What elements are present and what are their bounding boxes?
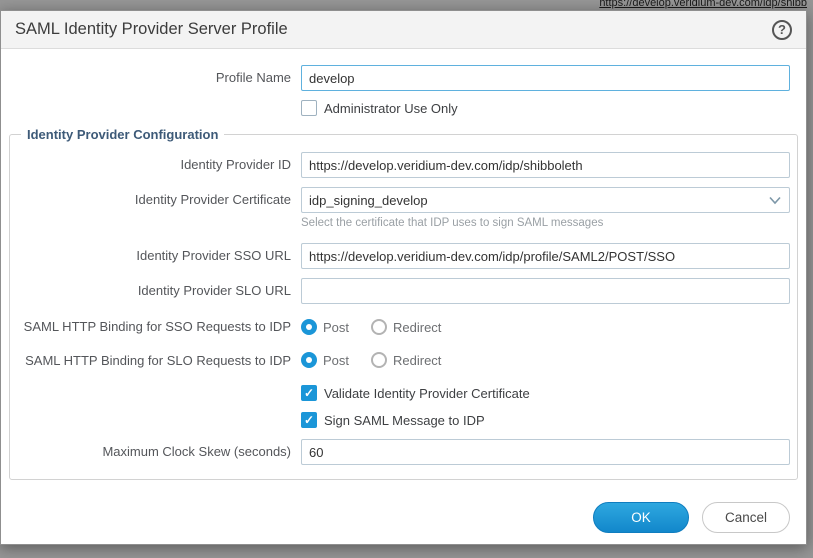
sign-saml-message-checkbox[interactable] [301,412,317,428]
idp-id-label: Identity Provider ID [10,156,301,174]
dialog-body: Profile Name Administrator Use Only Iden… [1,49,806,480]
help-icon[interactable]: ? [772,20,792,40]
profile-name-input[interactable] [301,65,790,91]
sso-url-input[interactable] [301,243,790,269]
slo-binding-row: SAML HTTP Binding for SLO Requests to ID… [10,352,790,370]
sso-binding-redirect-radio[interactable] [371,319,387,335]
clock-skew-input[interactable] [301,439,790,465]
idp-certificate-select[interactable]: idp_signing_develop [301,187,790,213]
sso-binding-label: SAML HTTP Binding for SSO Requests to ID… [10,318,301,336]
idp-certificate-hint: Select the certificate that IDP uses to … [301,217,603,229]
saml-idp-server-profile-dialog: SAML Identity Provider Server Profile ? … [0,10,807,545]
slo-binding-label: SAML HTTP Binding for SLO Requests to ID… [10,352,301,370]
slo-binding-redirect-radio[interactable] [371,352,387,368]
sign-saml-message-label: Sign SAML Message to IDP [324,413,485,428]
dialog-title: SAML Identity Provider Server Profile [15,20,288,39]
validate-idp-certificate-label: Validate Identity Provider Certificate [324,386,530,401]
slo-url-row: Identity Provider SLO URL [10,278,790,304]
administrator-use-only-label: Administrator Use Only [324,101,458,116]
clock-skew-row: Maximum Clock Skew (seconds) [10,439,790,465]
clock-skew-label: Maximum Clock Skew (seconds) [10,443,301,461]
sso-binding-redirect-label: Redirect [393,320,441,335]
cancel-button[interactable]: Cancel [702,502,790,533]
slo-binding-post-radio[interactable] [301,352,317,368]
sso-binding-row: SAML HTTP Binding for SSO Requests to ID… [10,318,790,336]
idp-certificate-select-value: idp_signing_develop [309,193,768,208]
slo-url-input[interactable] [301,278,790,304]
slo-binding-post-label: Post [323,353,349,368]
section-title: Identity Provider Configuration [21,127,224,142]
profile-name-label: Profile Name [1,69,301,87]
identity-provider-configuration-section: Identity Provider Configuration Identity… [9,127,798,480]
profile-name-row: Profile Name [1,65,790,91]
sso-url-row: Identity Provider SSO URL [10,243,790,269]
admin-use-only-row: Administrator Use Only [1,100,790,116]
slo-url-label: Identity Provider SLO URL [10,282,301,300]
administrator-use-only-checkbox[interactable] [301,100,317,116]
sso-binding-post-radio[interactable] [301,319,317,335]
chevron-down-icon [768,193,782,207]
dialog-footer: OK Cancel [593,502,790,533]
validate-idp-certificate-checkbox[interactable] [301,385,317,401]
idp-certificate-row: Identity Provider Certificate idp_signin… [10,187,790,213]
dialog-header: SAML Identity Provider Server Profile ? [1,11,806,49]
idp-id-input[interactable] [301,152,790,178]
idp-id-row: Identity Provider ID [10,152,790,178]
sso-url-label: Identity Provider SSO URL [10,247,301,265]
sign-saml-row: Sign SAML Message to IDP [10,412,790,428]
background-page-url: https://develop.veridium-dev.com/idp/shi… [599,0,807,9]
sso-binding-post-label: Post [323,320,349,335]
validate-cert-row: Validate Identity Provider Certificate [10,385,790,401]
idp-certificate-label: Identity Provider Certificate [10,191,301,209]
slo-binding-redirect-label: Redirect [393,353,441,368]
ok-button[interactable]: OK [593,502,689,533]
idp-certificate-hint-row: Select the certificate that IDP uses to … [10,217,790,229]
